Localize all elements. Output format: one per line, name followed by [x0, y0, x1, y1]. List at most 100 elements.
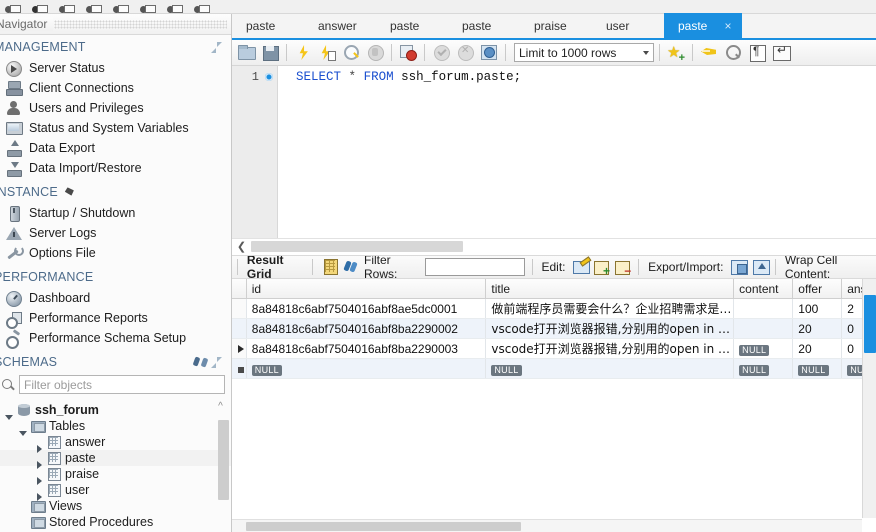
stop-icon[interactable]	[364, 42, 386, 63]
row-marker[interactable]	[232, 318, 247, 340]
row-marker[interactable]	[232, 298, 247, 320]
chevron-down-icon[interactable]	[643, 51, 649, 55]
tree-item-tables[interactable]: Tables	[0, 418, 231, 436]
beautify-sql-icon[interactable]	[698, 42, 720, 63]
nav-item-data-export[interactable]: Data Export	[0, 138, 231, 158]
filter-rows-input[interactable]	[424, 257, 525, 276]
nav-item-performance-schema-setup[interactable]: Performance Schema Setup	[0, 328, 231, 349]
toolbar-icon-8[interactable]	[193, 0, 210, 13]
tab-paste-1[interactable]: paste	[232, 13, 304, 38]
panel-drag-handle[interactable]	[54, 20, 227, 29]
column-header-id[interactable]: id	[246, 278, 487, 300]
row-marker-new[interactable]	[232, 358, 247, 380]
table-row[interactable]: 8a84818c6abf7504016abf8ba2290003 vscode打…	[232, 338, 876, 360]
tree-item-stored-procedures[interactable]: Stored Procedures	[0, 514, 231, 530]
toolbar-icon-3[interactable]	[58, 0, 75, 13]
rollback-icon[interactable]	[454, 42, 476, 63]
cell-title[interactable]: vscode打开浏览器报错,分别用的open in bro…	[485, 318, 735, 340]
save-snippet-icon[interactable]	[665, 42, 687, 64]
tab-user[interactable]: user	[592, 13, 664, 38]
grid-vertical-scrollbar[interactable]	[862, 278, 876, 518]
nav-item-dashboard[interactable]: Dashboard	[0, 288, 231, 308]
table-row[interactable]: 8a84818c6abf7504016abf8ae5dc0001 做前端程序员需…	[232, 298, 876, 320]
cell-content[interactable]: NULL	[733, 338, 794, 360]
schema-tree-scrollbar[interactable]	[218, 420, 229, 530]
refresh-schemas-icon[interactable]	[194, 356, 207, 368]
export-recordset-icon[interactable]	[729, 257, 749, 276]
tab-paste-active[interactable]: paste ×	[664, 13, 742, 38]
nav-item-startup-shutdown[interactable]: Startup / Shutdown	[0, 203, 231, 223]
cell-id[interactable]: 8a84818c6abf7504016abf8ba2290003	[246, 338, 487, 360]
cell-id[interactable]: 8a84818c6abf7504016abf8ae5dc0001	[246, 298, 487, 320]
commit-icon[interactable]	[430, 42, 452, 63]
tab-answer[interactable]: answer	[304, 13, 376, 38]
breakpoint-marker-icon[interactable]	[265, 73, 273, 81]
sql-code-area[interactable]: SELECT * FROM ssh_forum.paste;	[278, 66, 876, 238]
toolbar-icon-2[interactable]	[31, 0, 48, 13]
find-icon[interactable]	[722, 42, 744, 63]
refresh-icon[interactable]	[341, 257, 358, 276]
nav-item-data-import-restore[interactable]: Data Import/Restore	[0, 158, 231, 178]
nav-item-status-and-system-variables[interactable]: Status and System Variables	[0, 118, 231, 138]
nav-item-server-logs[interactable]: Server Logs	[0, 223, 231, 243]
nav-item-users-and-privileges[interactable]: Users and Privileges	[0, 98, 231, 118]
tree-item-praise[interactable]: praise	[0, 466, 231, 485]
cell-content[interactable]	[733, 298, 794, 320]
toolbar-icon-5[interactable]	[112, 0, 129, 13]
toolbar-icon-7[interactable]	[166, 0, 183, 13]
close-icon[interactable]: ×	[722, 19, 734, 33]
cell-id[interactable]: 8a84818c6abf7504016abf8ba2290002	[246, 318, 487, 340]
column-header-title[interactable]: title	[485, 278, 735, 300]
save-sql-file-icon[interactable]	[259, 42, 281, 63]
column-header-offer[interactable]: offer	[792, 278, 843, 300]
nav-item-performance-reports[interactable]: Performance Reports	[0, 308, 231, 329]
cell-id[interactable]: NULL	[246, 358, 487, 380]
toggle-query-execution-icon[interactable]	[397, 42, 419, 63]
cell-title[interactable]: vscode打开浏览器报错,分别用的open in bro…	[485, 338, 735, 360]
toolbar-icon-1[interactable]	[4, 0, 21, 13]
row-marker-current[interactable]	[232, 338, 247, 360]
execute-current-statement-icon[interactable]	[316, 42, 338, 63]
open-sql-file-icon[interactable]	[235, 42, 257, 63]
add-row-icon[interactable]	[593, 257, 610, 278]
table-row[interactable]: 8a84818c6abf7504016abf8ba2290002 vscode打…	[232, 318, 876, 340]
column-header-content[interactable]: content	[733, 278, 794, 300]
delete-row-icon[interactable]	[614, 257, 631, 278]
splitter-handle[interactable]	[251, 241, 463, 253]
cell-offer[interactable]: 20	[792, 318, 843, 340]
import-recordset-icon[interactable]	[751, 257, 770, 276]
cell-title[interactable]: NULL	[485, 358, 735, 380]
tree-item-user[interactable]: user	[0, 482, 231, 501]
show-invisible-characters-icon[interactable]	[746, 42, 768, 63]
execute-icon[interactable]	[292, 42, 314, 63]
toggle-word-wrap-icon[interactable]	[770, 42, 792, 63]
cell-content[interactable]	[733, 318, 794, 340]
explain-icon[interactable]	[340, 42, 362, 63]
expand-management-icon[interactable]	[211, 41, 222, 53]
tree-item-ssh-forum[interactable]: ssh_forum	[0, 402, 231, 420]
nav-item-options-file[interactable]: Options File	[0, 243, 231, 263]
cell-offer[interactable]: NULL	[792, 358, 843, 380]
tree-scroll-up-icon[interactable]: ^	[214, 400, 227, 413]
grid-horizontal-scrollbar[interactable]	[232, 519, 862, 532]
scrollbar-thumb[interactable]	[864, 294, 876, 353]
scrollbar-thumb[interactable]	[246, 522, 521, 531]
tree-item-paste[interactable]: paste	[0, 450, 231, 469]
tree-item-answer[interactable]: answer	[0, 434, 231, 453]
table-row-new[interactable]: NULL NULL NULL NULL NULL N	[232, 358, 876, 380]
collapse-left-icon[interactable]: ❮	[235, 240, 248, 253]
scrollbar-thumb[interactable]	[218, 420, 229, 500]
tab-paste-3[interactable]: paste	[448, 13, 520, 38]
nav-item-server-status[interactable]: Server Status	[0, 58, 231, 78]
edit-cell-icon[interactable]	[571, 257, 591, 276]
tab-paste-2[interactable]: paste	[376, 13, 448, 38]
output-splitter[interactable]: ❮	[232, 237, 876, 255]
filter-objects-input[interactable]	[19, 375, 225, 394]
sql-editor[interactable]: 1 SELECT * FROM ssh_forum.paste;	[232, 66, 876, 238]
cell-offer[interactable]: 100	[792, 298, 843, 320]
toolbar-icon-4[interactable]	[85, 0, 102, 13]
result-grid[interactable]: id title content offer ansnum 8a84818c6a…	[232, 278, 876, 532]
toolbar-icon-6[interactable]	[139, 0, 156, 13]
expand-schemas-icon[interactable]	[211, 356, 222, 368]
limit-rows-dropdown[interactable]: Limit to 1000 rows	[514, 43, 654, 62]
